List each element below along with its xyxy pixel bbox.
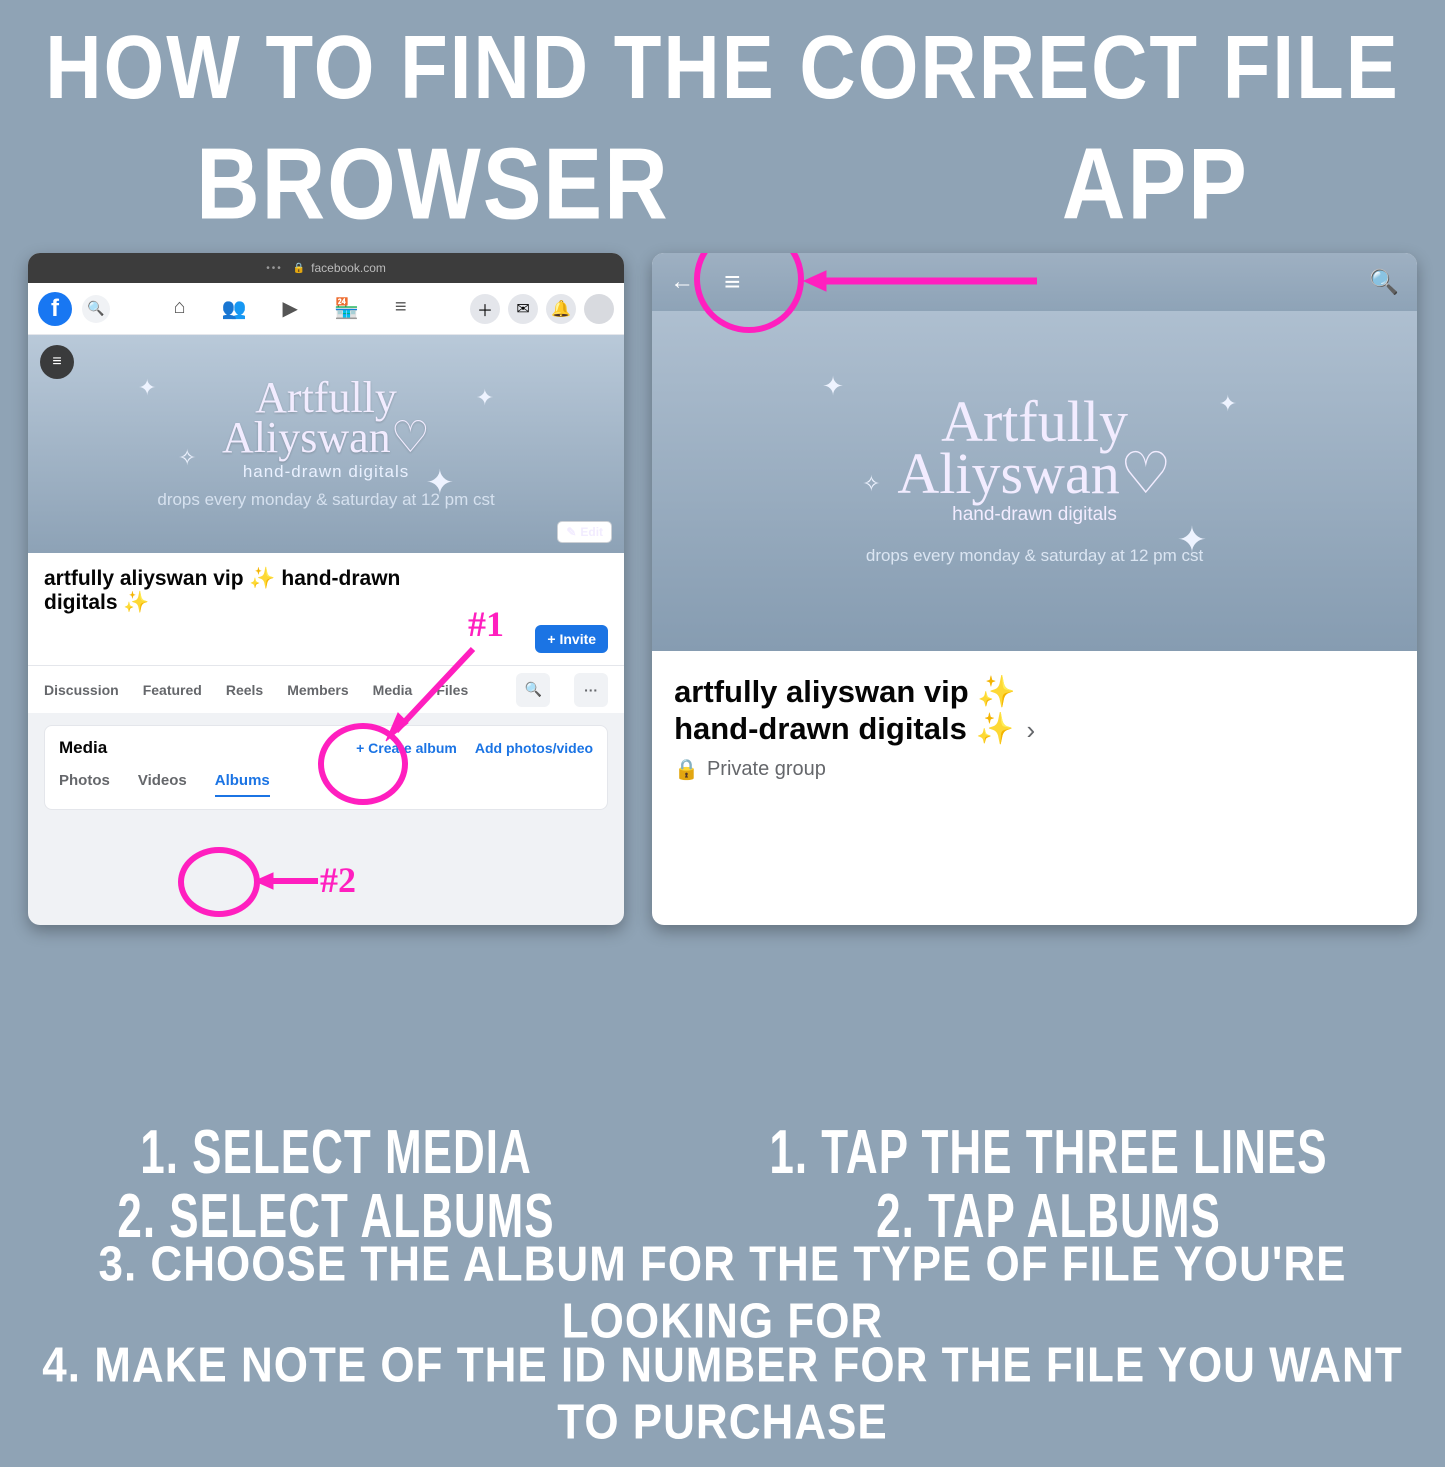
- app-group-header[interactable]: artfully aliyswan vip ✨ hand-drawn digit…: [652, 651, 1417, 804]
- tab-members[interactable]: Members: [287, 682, 348, 698]
- group-header: artfully aliyswan vip ✨ hand-drawn digit…: [28, 553, 624, 665]
- group-name: artfully aliyswan vip ✨ hand-drawn digit…: [44, 567, 414, 615]
- app-brand-line2: Aliyswan♡: [897, 441, 1171, 506]
- browser-screenshot: ••• 🔒 facebook.com f 🔍 ⌂ 👥 ▶ 🏪 ≡ ＋ ✉ 🔔 ≡: [28, 253, 624, 925]
- plus-icon[interactable]: ＋: [470, 294, 500, 324]
- tab-featured[interactable]: Featured: [143, 682, 202, 698]
- subtab-videos[interactable]: Videos: [138, 772, 187, 797]
- back-arrow-icon[interactable]: ←: [670, 268, 694, 296]
- app-screenshot: ← ≡ 🔍 ✦ ✧ ✦ ✦ Artfully Aliyswan♡ hand-dr…: [652, 253, 1417, 925]
- search-icon[interactable]: 🔍: [82, 295, 110, 323]
- subtab-albums[interactable]: Albums: [215, 772, 270, 797]
- edit-button[interactable]: ✎ Edit: [557, 521, 612, 543]
- instr-browser-1: 1. SELECT MEDIA: [117, 1119, 554, 1190]
- annotation-num1: #1: [468, 603, 504, 645]
- subtab-photos[interactable]: Photos: [59, 772, 110, 797]
- brand-subtitle: hand-drawn digitals: [243, 462, 409, 482]
- annotation-arrow-1: [378, 641, 488, 751]
- tab-reels[interactable]: Reels: [226, 682, 263, 698]
- instr-full-3: 3. CHOOSE THE ALBUM FOR THE TYPE OF FILE…: [10, 1237, 1435, 1350]
- menu-lines-icon[interactable]: ≡: [395, 296, 407, 321]
- facebook-logo-icon[interactable]: f: [38, 292, 72, 326]
- marketplace-icon[interactable]: 🏪: [334, 296, 359, 321]
- instructions-block: 1. SELECT MEDIA 2. SELECT ALBUMS 1. TAP …: [0, 1117, 1445, 1467]
- edit-label: Edit: [580, 525, 603, 539]
- lock-icon: 🔒: [293, 263, 305, 274]
- bell-icon[interactable]: 🔔: [546, 294, 576, 324]
- annotation-arrow-2: [253, 869, 323, 899]
- invite-button[interactable]: + Invite: [535, 625, 608, 653]
- app-privacy: Private group: [707, 758, 826, 781]
- tab-discussion[interactable]: Discussion: [44, 682, 119, 698]
- cover-image: ≡ ✦ ✧ ✦ ✦ Artfully Aliyswan♡ hand-drawn …: [28, 335, 624, 553]
- media-card: Media + Create album Add photos/video Ph…: [44, 725, 608, 810]
- brand-line2: Aliyswan♡: [222, 413, 430, 462]
- browser-heading: BROWSER: [196, 125, 670, 242]
- add-photos-link[interactable]: Add photos/video: [475, 740, 593, 756]
- instr-full-4: 4. MAKE NOTE OF THE ID NUMBER FOR THE FI…: [10, 1338, 1435, 1451]
- hamburger-icon[interactable]: ≡: [724, 266, 740, 298]
- cover-menu-icon[interactable]: ≡: [40, 345, 74, 379]
- chevron-right-icon: ›: [1027, 715, 1036, 745]
- app-brand-drops: drops every monday & saturday at 12 pm c…: [866, 546, 1203, 566]
- more-tab-icon[interactable]: ···: [574, 673, 608, 707]
- app-group-line2: hand-drawn digitals ✨: [674, 711, 1014, 746]
- annotation-arrow-app: [802, 269, 1042, 299]
- page-title: HOW TO FIND THE CORRECT FILE: [0, 15, 1445, 120]
- app-brand-subtitle: hand-drawn digitals: [952, 504, 1117, 526]
- search-icon-app[interactable]: 🔍: [1369, 268, 1399, 297]
- pencil-icon: ✎: [566, 525, 576, 539]
- instr-app-1: 1. TAP THE THREE LINES: [769, 1119, 1327, 1190]
- avatar-icon[interactable]: [584, 294, 614, 324]
- address-host: facebook.com: [311, 261, 386, 275]
- friends-icon[interactable]: 👥: [222, 296, 247, 321]
- facebook-top-bar: f 🔍 ⌂ 👥 ▶ 🏪 ≡ ＋ ✉ 🔔: [28, 283, 624, 335]
- messenger-icon[interactable]: ✉: [508, 294, 538, 324]
- address-bar: ••• 🔒 facebook.com: [28, 253, 624, 283]
- media-card-title: Media: [59, 738, 338, 758]
- app-group-line1: artfully aliyswan vip ✨: [674, 674, 1016, 709]
- addr-dots-icon: •••: [266, 263, 283, 274]
- home-icon[interactable]: ⌂: [174, 296, 186, 321]
- annotation-circle-2: [178, 847, 260, 917]
- search-tab-icon[interactable]: 🔍: [516, 673, 550, 707]
- app-cover: ✦ ✧ ✦ ✦ Artfully Aliyswan♡ hand-drawn di…: [652, 311, 1417, 651]
- app-heading: APP: [1062, 125, 1249, 242]
- annotation-num2: #2: [320, 859, 356, 901]
- lock-icon-app: 🔒: [674, 757, 699, 782]
- group-tabs: Discussion Featured Reels Members Media …: [28, 665, 624, 713]
- watch-icon[interactable]: ▶: [283, 296, 298, 321]
